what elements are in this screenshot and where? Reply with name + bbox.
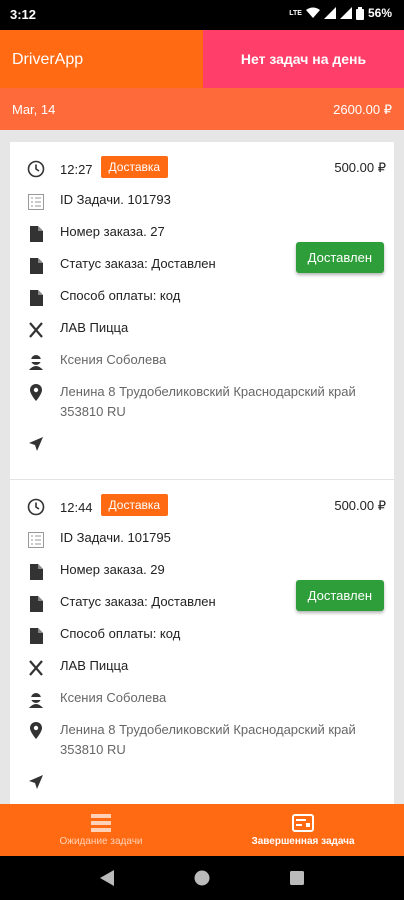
summary-total: 2600.00 ₽ — [333, 102, 392, 117]
document-icon — [26, 594, 46, 614]
task-type-tag: Доставка — [100, 156, 169, 178]
payment-method: Способ оплаты: код — [60, 288, 181, 303]
task-card[interactable]: 12:44 Доставка 500.00 ₽ ID Задачи. 10179… — [10, 480, 394, 804]
order-number-row: Номер заказа. 27 — [26, 224, 165, 244]
list-details-icon — [26, 192, 46, 212]
home-icon[interactable] — [194, 870, 210, 886]
battery-level: 56% — [367, 6, 392, 20]
restaurant-row: ЛАВ Пицца — [26, 658, 128, 678]
recents-icon[interactable] — [290, 871, 304, 885]
customer-icon — [26, 690, 46, 710]
payment-row: Способ оплаты: код — [26, 626, 180, 646]
clock-icon — [26, 159, 46, 179]
location-pin-icon — [26, 720, 46, 740]
customer-icon — [26, 352, 46, 372]
order-number-row: Номер заказа. 29 — [26, 562, 165, 582]
task-time-row: 12:44 Доставка — [26, 494, 169, 518]
back-icon[interactable] — [100, 870, 114, 886]
summary-date: Mar, 14 — [12, 102, 56, 117]
task-card[interactable]: 12:27 Доставка 500.00 ₽ ID Задачи. 10179… — [10, 142, 394, 480]
task-price: 500.00 ₽ — [334, 160, 386, 175]
task-time-row: 12:27 Доставка — [26, 156, 169, 180]
battery-icon — [355, 6, 364, 20]
customer-name: Ксения Соболева — [60, 352, 167, 367]
navigate-row[interactable] — [26, 772, 60, 792]
restaurant-icon — [26, 320, 46, 340]
order-status-row: Статус заказа: Доставлен — [26, 256, 216, 276]
document-icon — [26, 562, 46, 582]
document-icon — [26, 224, 46, 244]
network-type: LTE — [289, 9, 302, 17]
order-status: Статус заказа: Доставлен — [60, 594, 216, 609]
clock-icon — [26, 497, 46, 517]
status-bar: 3:12 LTE 56% — [0, 0, 404, 30]
customer-row: Ксения Соболева — [26, 690, 166, 710]
completed-task-icon — [292, 813, 314, 832]
status-icons: LTE 56% — [289, 6, 392, 20]
restaurant-row: ЛАВ Пицца — [26, 320, 128, 340]
delivered-button[interactable]: Доставлен — [295, 580, 384, 611]
order-number: Номер заказа. 27 — [60, 224, 165, 239]
customer-row: Ксения Соболева — [26, 352, 166, 372]
restaurant-name: ЛАВ Пицца — [60, 320, 129, 335]
list-icon — [91, 813, 111, 832]
wifi-icon — [305, 7, 320, 18]
payment-method: Способ оплаты: код — [60, 626, 181, 641]
task-time: 12:27 — [60, 161, 93, 177]
navigation-arrow-icon[interactable] — [26, 434, 46, 454]
tab-completed-tasks[interactable]: Завершенная задача — [202, 804, 404, 856]
delivery-address: Ленина 8 Трудобеликовский Краснодарский … — [60, 384, 356, 419]
order-number: Номер заказа. 29 — [60, 562, 165, 577]
order-status: Статус заказа: Доставлен — [60, 256, 216, 271]
navigation-arrow-icon[interactable] — [26, 772, 46, 792]
bottom-navigation: Ожидание задачи Завершенная задача — [0, 804, 404, 856]
delivery-address: Ленина 8 Трудобеликовский Краснодарский … — [60, 722, 356, 757]
location-pin-icon — [26, 382, 46, 402]
document-icon — [26, 288, 46, 308]
customer-name: Ксения Соболева — [60, 690, 167, 705]
task-id-row: ID Задачи. 101795 — [26, 530, 171, 550]
tab-pending-tasks[interactable]: Ожидание задачи — [0, 804, 202, 856]
address-row: Ленина 8 Трудобеликовский Краснодарский … — [26, 382, 386, 422]
document-icon — [26, 256, 46, 276]
app-bar: DriverApp Нет задач на день — [0, 30, 404, 88]
payment-row: Способ оплаты: код — [26, 288, 180, 308]
tab-completed-tasks-label: Завершенная задача — [251, 835, 355, 847]
delivered-button[interactable]: Доставлен — [295, 242, 384, 273]
task-id: ID Задачи. 101793 — [60, 192, 171, 207]
navigate-row[interactable] — [26, 434, 60, 454]
completed-task-list[interactable]: 12:27 Доставка 500.00 ₽ ID Задачи. 10179… — [10, 142, 394, 804]
system-navigation-bar — [0, 856, 404, 900]
address-row: Ленина 8 Трудобеликовский Краснодарский … — [26, 720, 386, 760]
status-time: 3:12 — [10, 7, 37, 22]
no-tasks-notice[interactable]: Нет задач на день — [203, 30, 404, 88]
restaurant-name: ЛАВ Пицца — [60, 658, 129, 673]
signal-icon — [323, 7, 336, 19]
task-id-row: ID Задачи. 101793 — [26, 192, 171, 212]
signal-icon-2 — [339, 7, 352, 19]
document-icon — [26, 626, 46, 646]
task-price: 500.00 ₽ — [334, 498, 386, 513]
app-title: DriverApp — [12, 51, 84, 68]
tab-pending-tasks-label: Ожидание задачи — [59, 835, 143, 847]
list-details-icon — [26, 530, 46, 550]
order-status-row: Статус заказа: Доставлен — [26, 594, 216, 614]
task-time: 12:44 — [60, 499, 93, 515]
task-type-tag: Доставка — [100, 494, 169, 516]
restaurant-icon — [26, 658, 46, 678]
task-id: ID Задачи. 101795 — [60, 530, 171, 545]
date-summary-bar: Mar, 14 2600.00 ₽ — [0, 88, 404, 130]
